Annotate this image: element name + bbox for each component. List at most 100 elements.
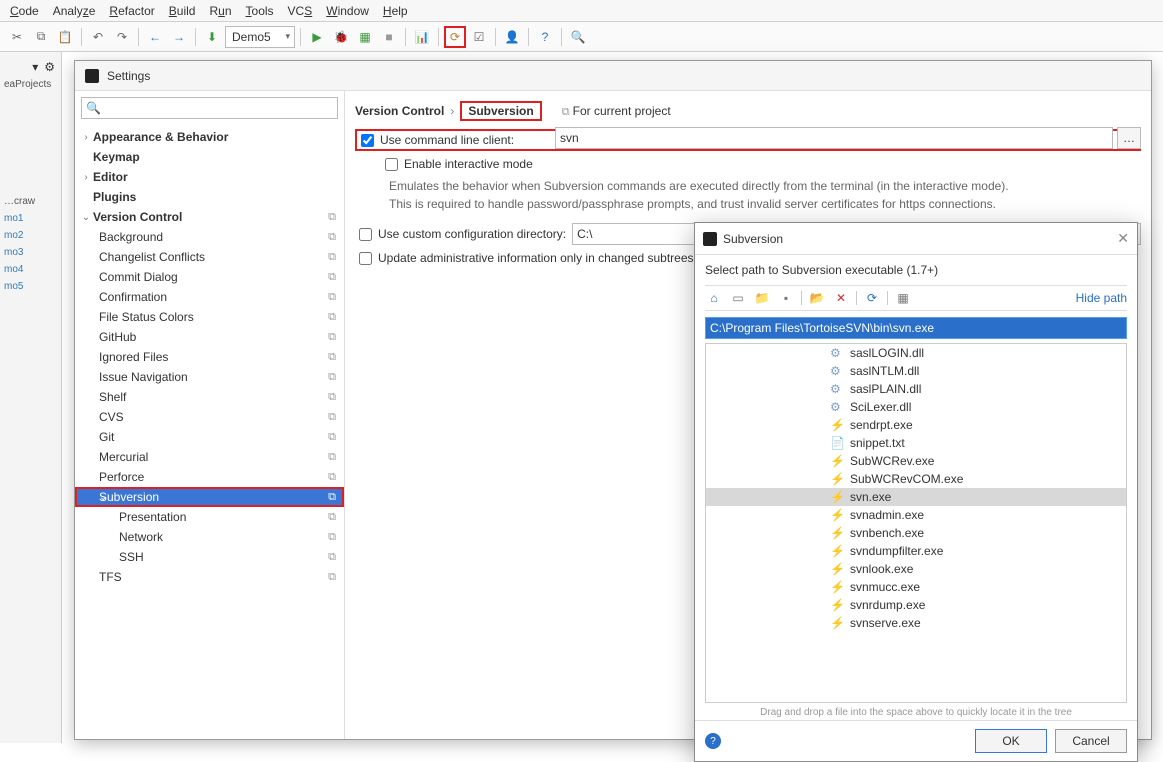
file-item[interactable]: ⚡svndumpfilter.exe xyxy=(706,542,1126,560)
path-input[interactable] xyxy=(705,317,1127,339)
cancel-button[interactable]: Cancel xyxy=(1055,729,1127,753)
menu-build[interactable]: Build xyxy=(169,4,196,18)
commit-icon[interactable]: ☑ xyxy=(468,26,490,48)
hide-path-link[interactable]: Hide path xyxy=(1076,291,1127,305)
module-item[interactable]: mo3 xyxy=(0,244,61,261)
tree-item-shelf[interactable]: Shelf⧉ xyxy=(75,387,344,407)
file-item[interactable]: ⚡svnrdump.exe xyxy=(706,596,1126,614)
module-item[interactable]: mo1 xyxy=(0,210,61,227)
settings-search[interactable]: 🔍 xyxy=(81,97,338,119)
tree-item-issue-navigation[interactable]: Issue Navigation⧉ xyxy=(75,367,344,387)
file-item[interactable]: ⚡SubWCRev.exe xyxy=(706,452,1126,470)
module-item[interactable]: mo5 xyxy=(0,278,61,295)
crumb-root[interactable]: Version Control xyxy=(355,104,444,118)
file-item[interactable]: ⚙saslNTLM.dll xyxy=(706,362,1126,380)
profile-icon[interactable]: 📊 xyxy=(411,26,433,48)
file-item[interactable]: ⚡svnserve.exe xyxy=(706,614,1126,632)
delete-icon[interactable]: ✕ xyxy=(832,290,850,306)
tree-item-tfs[interactable]: TFS⧉ xyxy=(75,567,344,587)
tree-item-appearance-behavior[interactable]: ›Appearance & Behavior xyxy=(75,127,344,147)
coverage-icon[interactable]: ▦ xyxy=(354,26,376,48)
tree-item-plugins[interactable]: Plugins xyxy=(75,187,344,207)
home-icon[interactable]: ⌂ xyxy=(705,290,723,306)
update-admin-checkbox[interactable] xyxy=(359,252,372,265)
tree-item-background[interactable]: Background⧉ xyxy=(75,227,344,247)
help-icon[interactable]: ? xyxy=(705,733,721,749)
tree-item-commit-dialog[interactable]: Commit Dialog⧉ xyxy=(75,267,344,287)
custom-dir-checkbox[interactable] xyxy=(359,228,372,241)
file-item[interactable]: ⚡svnlook.exe xyxy=(706,560,1126,578)
file-list[interactable]: ⚙saslLOGIN.dll⚙saslNTLM.dll⚙saslPLAIN.dl… xyxy=(705,343,1127,703)
menu-run[interactable]: Run xyxy=(209,4,231,18)
tree-item-ssh[interactable]: SSH⧉ xyxy=(75,547,344,567)
undo-icon[interactable]: ↶ xyxy=(87,26,109,48)
tree-item-cvs[interactable]: CVS⧉ xyxy=(75,407,344,427)
close-icon[interactable]: ✕ xyxy=(1117,230,1129,247)
file-item[interactable]: 📄snippet.txt xyxy=(706,434,1126,452)
copy-icon[interactable]: ⧉ xyxy=(30,26,52,48)
back-icon[interactable]: ← xyxy=(144,26,166,48)
show-hidden-icon[interactable]: ▦ xyxy=(894,290,912,306)
tree-item-changelist-conflicts[interactable]: Changelist Conflicts⧉ xyxy=(75,247,344,267)
module-item[interactable]: mo2 xyxy=(0,227,61,244)
file-item[interactable]: ⚡svnadmin.exe xyxy=(706,506,1126,524)
project-icon[interactable]: 📁 xyxy=(753,290,771,306)
file-item[interactable]: ⚙saslLOGIN.dll xyxy=(706,344,1126,362)
chevron-right-icon: › xyxy=(450,104,454,118)
redo-icon[interactable]: ↷ xyxy=(111,26,133,48)
menu-refactor[interactable]: Refactor xyxy=(109,4,154,18)
tree-item-perforce[interactable]: Perforce⧉ xyxy=(75,467,344,487)
module-item[interactable]: mo4 xyxy=(0,261,61,278)
stop-icon[interactable]: ■ xyxy=(378,26,400,48)
cut-icon[interactable]: ✂ xyxy=(6,26,28,48)
menu-vcs[interactable]: VCS xyxy=(288,4,313,18)
tree-item-file-status-colors[interactable]: File Status Colors⧉ xyxy=(75,307,344,327)
tree-item-github[interactable]: GitHub⧉ xyxy=(75,327,344,347)
new-folder-icon[interactable]: 📂 xyxy=(808,290,826,306)
file-item[interactable]: ⚙saslPLAIN.dll xyxy=(706,380,1126,398)
tree-item-presentation[interactable]: Presentation⧉ xyxy=(75,507,344,527)
file-item[interactable]: ⚡svnmucc.exe xyxy=(706,578,1126,596)
ok-button[interactable]: OK xyxy=(975,729,1047,753)
use-cli-checkbox[interactable] xyxy=(361,134,374,147)
menu-help[interactable]: Help xyxy=(383,4,408,18)
menu-analyze[interactable]: Analyze xyxy=(53,4,96,18)
project-root[interactable]: eaProjects xyxy=(0,76,61,93)
collapse-icon[interactable]: ▾ xyxy=(32,60,38,74)
tree-item-network[interactable]: Network⧉ xyxy=(75,527,344,547)
run-config-select[interactable]: Demo5 xyxy=(225,26,295,48)
tree-item-git[interactable]: Git⧉ xyxy=(75,427,344,447)
module-icon[interactable]: ▪ xyxy=(777,290,795,306)
tree-item-keymap[interactable]: Keymap xyxy=(75,147,344,167)
help-icon[interactable]: ? xyxy=(534,26,556,48)
file-item[interactable]: ⚙SciLexer.dll xyxy=(706,398,1126,416)
file-item[interactable]: ⚡sendrpt.exe xyxy=(706,416,1126,434)
file-item[interactable]: ⚡SubWCRevCOM.exe xyxy=(706,470,1126,488)
tree-item-version-control[interactable]: ⌄Version Control⧉ xyxy=(75,207,344,227)
cli-path-input[interactable] xyxy=(555,127,1113,149)
debug-icon[interactable]: 🐞 xyxy=(330,26,352,48)
menu-tools[interactable]: Tools xyxy=(246,4,274,18)
tree-item-subversion[interactable]: ⌄Subversion⧉ xyxy=(75,487,344,507)
gear-icon[interactable]: ⚙ xyxy=(44,60,55,74)
browse-button[interactable]: … xyxy=(1117,127,1141,149)
enable-interactive-checkbox[interactable] xyxy=(385,158,398,171)
tree-item-ignored-files[interactable]: Ignored Files⧉ xyxy=(75,347,344,367)
search-everywhere-icon[interactable]: 🔍 xyxy=(567,26,589,48)
update-project-icon[interactable]: ⟳ xyxy=(444,26,466,48)
paste-icon[interactable]: 📋 xyxy=(54,26,76,48)
file-item[interactable]: ⚡svnbench.exe xyxy=(706,524,1126,542)
menu-code[interactable]: Code xyxy=(10,4,39,18)
tree-item-mercurial[interactable]: Mercurial⧉ xyxy=(75,447,344,467)
craw-module[interactable]: …craw xyxy=(0,193,61,210)
tree-item-confirmation[interactable]: Confirmation⧉ xyxy=(75,287,344,307)
tree-item-editor[interactable]: ›Editor xyxy=(75,167,344,187)
file-item[interactable]: ⚡svn.exe xyxy=(706,488,1126,506)
build-icon[interactable]: ⬇ xyxy=(201,26,223,48)
refresh-icon[interactable]: ⟳ xyxy=(863,290,881,306)
run-icon[interactable]: ▶ xyxy=(306,26,328,48)
user-icon[interactable]: 👤 xyxy=(501,26,523,48)
desktop-icon[interactable]: ▭ xyxy=(729,290,747,306)
menu-window[interactable]: Window xyxy=(326,4,369,18)
forward-icon[interactable]: → xyxy=(168,26,190,48)
